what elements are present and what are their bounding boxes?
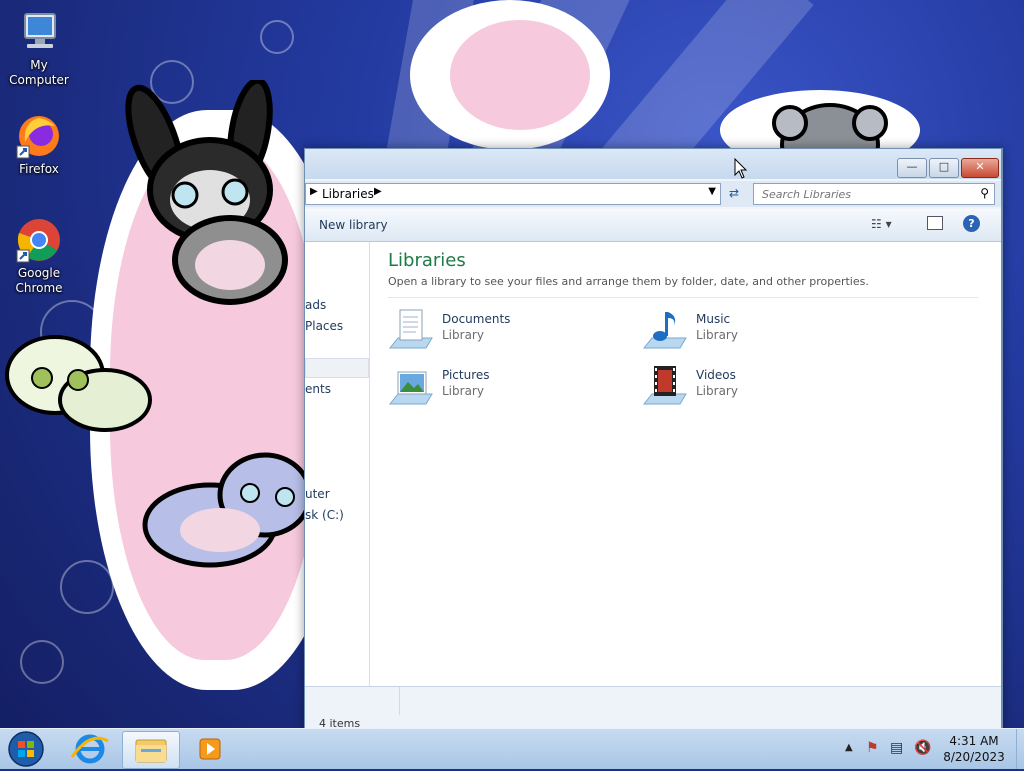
preview-pane-icon[interactable] (927, 216, 943, 230)
mouse-cursor-icon (734, 158, 748, 179)
computer-icon (15, 8, 63, 56)
nav-item[interactable]: ents (305, 382, 331, 396)
library-name: Pictures (442, 368, 490, 382)
breadcrumb-libraries[interactable]: Libraries (322, 187, 374, 201)
chrome-icon (15, 216, 63, 264)
koala-character-icon (772, 103, 888, 155)
bunny-character-icon (125, 80, 288, 305)
music-library-icon (642, 308, 688, 354)
search-icon[interactable]: ⚲ (980, 186, 989, 200)
desktop-icon-label: Firefox (19, 162, 59, 176)
library-pictures[interactable]: Pictures Library (388, 364, 608, 412)
videos-library-icon (642, 364, 688, 410)
library-name: Documents (442, 312, 511, 326)
nav-item[interactable]: uter (305, 487, 330, 501)
nav-item[interactable]: sk (C:) (305, 508, 344, 522)
desktop-icon-chrome[interactable]: Google Chrome (1, 216, 77, 296)
status-divider (305, 687, 400, 715)
documents-library-icon (388, 308, 434, 354)
maximize-button[interactable]: □ (929, 158, 959, 178)
page-subtitle: Open a library to see your files and arr… (388, 275, 869, 288)
taskbar-internet-explorer[interactable] (62, 731, 118, 767)
header-divider (388, 297, 978, 298)
file-explorer-icon (135, 739, 167, 763)
address-bar-area: ▶ Libraries ▶ ▼ ⇄ ⚲ (305, 181, 1001, 207)
minimize-button[interactable]: — (897, 158, 927, 178)
library-name: Music (696, 312, 731, 326)
content-pane: Libraries Open a library to see your fil… (370, 242, 1001, 686)
navigation-pane: ads Places ents uter sk (C:) (305, 242, 370, 686)
library-type: Library (696, 384, 738, 398)
volume-muted-icon[interactable]: 🔇 (914, 740, 931, 756)
library-music[interactable]: Music Library (642, 308, 862, 356)
taskbar-file-explorer[interactable] (122, 731, 180, 769)
internet-explorer-icon (70, 734, 109, 764)
network-icon[interactable]: ▤ (890, 740, 903, 756)
library-name: Videos (696, 368, 736, 382)
taskbar: ▲ ⚑ ▤ 🔇 4:31 AM 8/20/2023 (0, 728, 1024, 769)
firefox-icon (15, 112, 63, 160)
media-player-icon (199, 738, 221, 760)
desktop-icon-label: Google Chrome (15, 266, 63, 295)
nav-item-selected[interactable] (305, 358, 369, 378)
mouse-character-icon (5, 335, 152, 432)
explorer-window[interactable]: — □ ✕ ▶ Libraries ▶ ▼ ⇄ ⚲ New library ☷ … (304, 148, 1003, 730)
close-button[interactable]: ✕ (961, 158, 999, 178)
desktop-icon-label: My Computer (9, 58, 69, 87)
start-button[interactable] (6, 730, 46, 768)
refresh-button[interactable]: ⇄ (723, 183, 745, 203)
clock[interactable]: 4:31 AM 8/20/2023 (936, 733, 1012, 765)
address-bar[interactable]: ▶ Libraries ▶ ▼ (305, 183, 721, 205)
action-center-icon[interactable]: ⚑ (866, 740, 879, 756)
taskbar-media-player[interactable] (182, 731, 238, 767)
desktop-icon-my-computer[interactable]: My Computer (1, 8, 77, 88)
library-type: Library (696, 328, 738, 342)
page-title: Libraries (388, 250, 466, 271)
address-dropdown-icon[interactable]: ▼ (708, 186, 716, 197)
library-videos[interactable]: Videos Library (642, 364, 862, 412)
pictures-library-icon (388, 364, 434, 410)
status-bar: 4 items (305, 686, 1001, 730)
library-type: Library (442, 328, 484, 342)
breadcrumb-chevron-icon[interactable]: ▶ (310, 186, 318, 197)
nav-item[interactable]: Places (305, 319, 343, 333)
search-box[interactable]: ⚲ (753, 183, 995, 205)
new-library-button[interactable]: New library (319, 218, 388, 232)
window-titlebar[interactable]: — □ ✕ (305, 149, 1001, 179)
breadcrumb-chevron-icon[interactable]: ▶ (374, 186, 382, 197)
command-bar: New library ☷ ▾ ? (305, 209, 1001, 242)
desktop-icon-firefox[interactable]: Firefox (1, 112, 77, 177)
cat-character-icon (142, 452, 310, 568)
search-input[interactable] (760, 184, 974, 204)
show-hidden-icons-button[interactable]: ▲ (845, 742, 853, 753)
library-type: Library (442, 384, 484, 398)
clock-time: 4:31 AM (949, 734, 999, 748)
start-orb-icon (8, 731, 44, 767)
help-icon[interactable]: ? (963, 215, 980, 232)
clock-date: 8/20/2023 (943, 750, 1005, 764)
change-view-icon[interactable]: ☷ ▾ (871, 217, 892, 231)
nav-item[interactable]: ads (305, 298, 326, 312)
show-desktop-button[interactable] (1016, 729, 1024, 769)
library-documents[interactable]: Documents Library (388, 308, 608, 356)
